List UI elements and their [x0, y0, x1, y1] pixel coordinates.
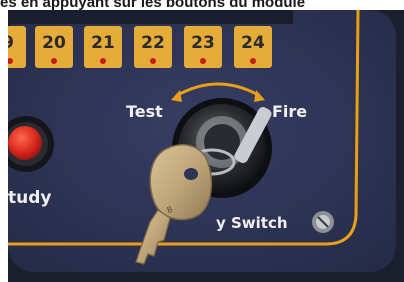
channel-number: 20: [42, 33, 66, 53]
channel-number: 9: [8, 33, 14, 53]
channel-number: 21: [91, 33, 115, 53]
caption-text: es en appuyant sur les boutons du module: [0, 0, 306, 10]
screw-icon: [312, 211, 334, 233]
channel-number: 23: [191, 33, 215, 53]
study-button-label: tudy: [8, 188, 51, 208]
display-strip: [8, 10, 293, 24]
key-switch-photo: 9 20 21 22 23: [8, 10, 404, 282]
channel-number: 22: [141, 33, 165, 53]
channel-button[interactable]: 21: [84, 26, 122, 68]
channel-button[interactable]: 23: [184, 26, 222, 68]
channel-number: 24: [241, 33, 265, 53]
channel-button[interactable]: 20: [35, 26, 73, 68]
fire-label: Fire: [272, 102, 307, 121]
key-switch-label: y Switch: [216, 214, 288, 232]
channel-button[interactable]: 24: [234, 26, 272, 68]
channel-button[interactable]: 9: [8, 26, 26, 68]
channel-button[interactable]: 22: [134, 26, 172, 68]
test-label: Test: [126, 102, 163, 121]
